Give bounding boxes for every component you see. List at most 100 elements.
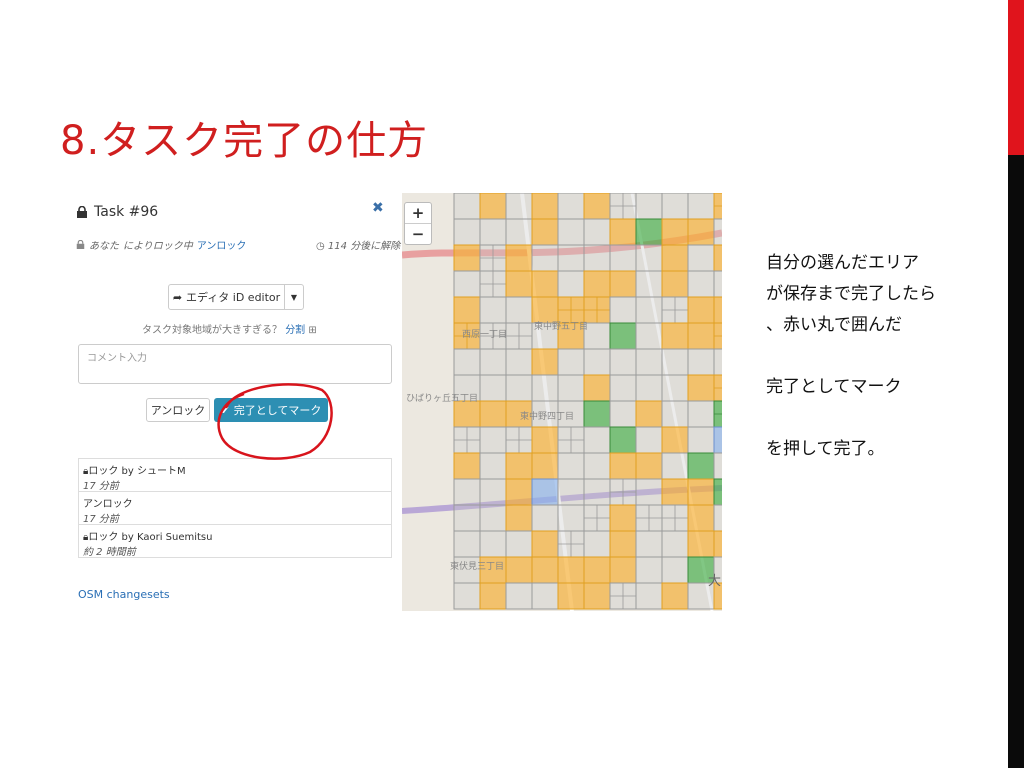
task-tile[interactable] — [609, 270, 637, 298]
task-tile[interactable] — [453, 400, 481, 428]
task-tile[interactable] — [661, 530, 689, 558]
task-tile[interactable] — [635, 244, 663, 272]
task-tile[interactable] — [583, 452, 611, 480]
task-tile[interactable] — [661, 218, 689, 246]
map-canvas[interactable]: 東中野五丁目 西原一丁目 東中野四丁目 ひばりヶ丘五丁目 東伏見三丁目 大 — [402, 193, 722, 611]
task-tile[interactable] — [531, 452, 559, 480]
task-tile[interactable] — [453, 296, 481, 324]
task-tile[interactable] — [583, 348, 611, 376]
task-tile[interactable] — [479, 193, 507, 220]
task-tile[interactable] — [687, 193, 715, 220]
task-tile[interactable] — [453, 504, 481, 532]
task-tile[interactable] — [557, 218, 585, 246]
task-tile[interactable] — [713, 244, 722, 272]
task-tile[interactable] — [687, 452, 715, 480]
task-tile[interactable] — [453, 530, 481, 558]
task-tile[interactable] — [479, 374, 507, 402]
task-tile[interactable] — [479, 504, 507, 532]
task-tile[interactable] — [635, 556, 663, 584]
task-tile[interactable] — [583, 218, 611, 246]
task-tile[interactable] — [583, 582, 611, 610]
zoom-in-button[interactable]: + — [405, 203, 431, 224]
task-tile[interactable] — [453, 348, 481, 376]
task-tile[interactable] — [505, 193, 533, 220]
task-tile[interactable] — [635, 478, 663, 506]
task-tile[interactable] — [661, 400, 689, 428]
task-tile[interactable] — [661, 582, 689, 610]
task-tile[interactable] — [531, 374, 559, 402]
task-tile[interactable] — [687, 504, 715, 532]
task-tile[interactable] — [635, 452, 663, 480]
task-tile[interactable] — [661, 270, 689, 298]
task-tile[interactable] — [687, 348, 715, 376]
task-tile[interactable] — [479, 218, 507, 246]
task-tile[interactable] — [635, 426, 663, 454]
zoom-out-button[interactable]: − — [405, 224, 431, 244]
task-tile[interactable] — [609, 400, 637, 428]
close-icon[interactable]: ✖ — [372, 200, 384, 216]
task-tile[interactable] — [505, 348, 533, 376]
task-tile[interactable] — [479, 582, 507, 610]
task-tile[interactable] — [505, 270, 533, 298]
task-tile[interactable] — [609, 322, 637, 350]
task-tile[interactable] — [661, 556, 689, 584]
osm-changesets-link[interactable]: OSM changesets — [78, 588, 170, 601]
task-tile[interactable] — [661, 426, 689, 454]
task-tile[interactable] — [687, 244, 715, 272]
task-tile[interactable] — [635, 218, 663, 246]
task-tile[interactable] — [583, 530, 611, 558]
task-tile[interactable] — [609, 530, 637, 558]
task-tile[interactable] — [531, 426, 559, 454]
task-tile[interactable] — [505, 530, 533, 558]
task-tile[interactable] — [583, 193, 611, 220]
task-tile[interactable] — [583, 244, 611, 272]
task-tile[interactable] — [531, 296, 559, 324]
task-tile[interactable] — [531, 582, 559, 610]
task-tile[interactable] — [505, 452, 533, 480]
task-tile[interactable] — [479, 530, 507, 558]
task-tile[interactable] — [505, 504, 533, 532]
unlock-button[interactable]: アンロック — [146, 398, 210, 422]
task-tile[interactable] — [661, 322, 689, 350]
task-grid[interactable] — [453, 193, 722, 610]
task-tile[interactable] — [661, 452, 689, 480]
task-tile[interactable] — [583, 556, 611, 584]
task-tile[interactable] — [635, 400, 663, 428]
task-tile[interactable] — [505, 218, 533, 246]
editor-button[interactable]: ➦ エディタ iD editor ▼ — [168, 284, 304, 310]
task-tile[interactable] — [583, 400, 611, 428]
task-tile[interactable] — [583, 374, 611, 402]
task-tile[interactable] — [479, 478, 507, 506]
task-tile[interactable] — [713, 426, 722, 454]
task-tile[interactable] — [713, 478, 722, 506]
task-tile[interactable] — [531, 193, 559, 220]
task-tile[interactable] — [713, 296, 722, 324]
task-tile[interactable] — [661, 374, 689, 402]
task-tile[interactable] — [609, 556, 637, 584]
task-tile[interactable] — [635, 530, 663, 558]
task-tile[interactable] — [635, 348, 663, 376]
task-tile[interactable] — [453, 452, 481, 480]
task-tile[interactable] — [635, 193, 663, 220]
task-tile[interactable] — [583, 426, 611, 454]
task-tile[interactable] — [557, 504, 585, 532]
task-tile[interactable] — [661, 478, 689, 506]
task-tile[interactable] — [635, 296, 663, 324]
task-tile[interactable] — [505, 374, 533, 402]
task-tile[interactable] — [557, 193, 585, 220]
task-tile[interactable] — [479, 452, 507, 480]
task-tile[interactable] — [687, 322, 715, 350]
task-tile[interactable] — [531, 244, 559, 272]
task-tile[interactable] — [531, 270, 559, 298]
task-tile[interactable] — [609, 296, 637, 324]
task-tile[interactable] — [635, 374, 663, 402]
task-tile[interactable] — [557, 582, 585, 610]
task-tile[interactable] — [479, 296, 507, 324]
task-tile[interactable] — [609, 504, 637, 532]
task-tile[interactable] — [687, 478, 715, 506]
task-tile[interactable] — [557, 348, 585, 376]
task-tile[interactable] — [635, 582, 663, 610]
task-tile[interactable] — [609, 218, 637, 246]
task-tile[interactable] — [505, 478, 533, 506]
task-tile[interactable] — [531, 218, 559, 246]
